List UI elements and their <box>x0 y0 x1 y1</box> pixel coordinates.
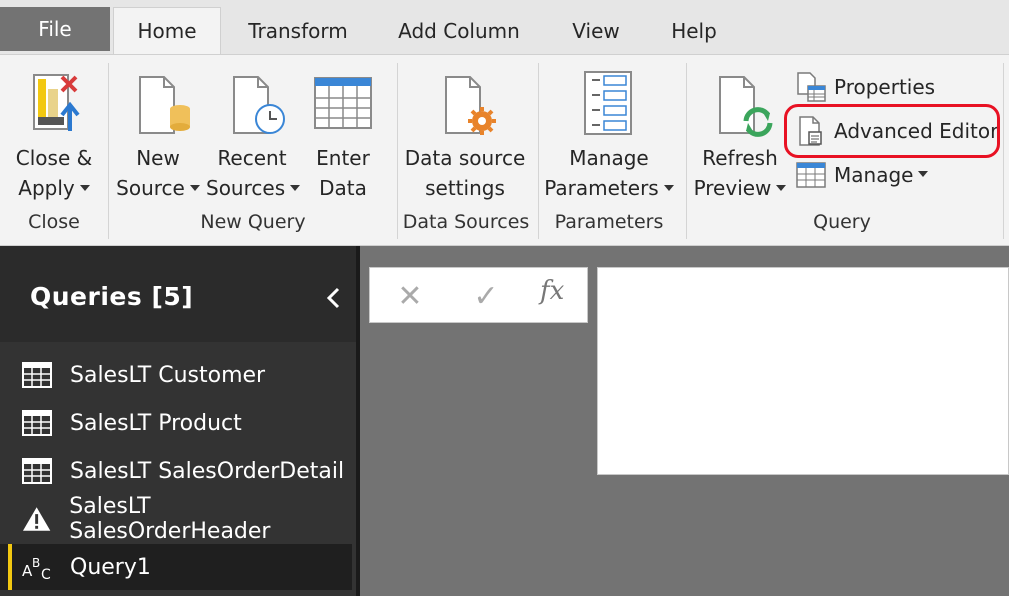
table-icon <box>22 410 52 436</box>
recent-sources-label-2: Sources <box>206 176 286 200</box>
query-item-saleslt-product[interactable]: SalesLT Product <box>0 400 352 446</box>
ribbon-separator <box>686 63 687 239</box>
query-item-label: SalesLT SalesOrderDetail <box>70 458 345 484</box>
group-parameters-label: Parameters <box>554 211 664 233</box>
query-item-saleslt-salesorderheader[interactable]: SalesLT SalesOrderHeader <box>0 494 352 544</box>
tab-transform[interactable]: Transform <box>236 7 360 54</box>
tab-help[interactable]: Help <box>660 7 728 54</box>
query-item-saleslt-customer[interactable]: SalesLT Customer <box>0 352 352 398</box>
group-data-sources-label: Data Sources <box>402 211 530 233</box>
manage-parameters-label-2: Parameters <box>544 176 659 200</box>
data-preview-area[interactable] <box>597 267 1009 475</box>
query-item-label: SalesLT Product <box>70 410 242 436</box>
properties-icon <box>797 72 826 102</box>
svg-text:C: C <box>41 567 51 580</box>
enter-data-button[interactable]: Enter Data <box>302 69 384 209</box>
new-source-label-1: New <box>136 146 180 170</box>
ribbon-separator <box>1003 63 1004 239</box>
new-source-icon <box>139 76 190 134</box>
queries-pane-header: Queries [5] <box>0 246 358 342</box>
manage-icon <box>796 162 826 188</box>
confirm-formula-button[interactable]: ✓ <box>470 279 502 314</box>
recent-sources-button[interactable]: Recent Sources <box>206 69 301 209</box>
group-close-label: Close <box>28 211 80 233</box>
tab-view[interactable]: View <box>560 7 632 54</box>
data-source-settings-button[interactable]: Data source settings <box>402 69 528 209</box>
close-apply-icon <box>33 74 80 131</box>
close-apply-label-2: Apply <box>18 176 75 200</box>
insert-function-button[interactable]: fx <box>540 276 564 306</box>
manage-parameters-label-1: Manage <box>569 146 649 170</box>
chevron-down-icon <box>79 185 90 191</box>
recent-sources-icon <box>233 76 285 134</box>
tab-add-column[interactable]: Add Column <box>388 7 530 54</box>
enter-data-label-1: Enter <box>316 146 370 170</box>
chevron-down-icon <box>290 185 301 191</box>
close-apply-label-1: Close & <box>15 146 93 170</box>
refresh-icon <box>719 76 773 137</box>
cancel-formula-button[interactable]: ✕ <box>394 279 426 314</box>
ribbon-separator <box>108 63 109 239</box>
properties-button[interactable]: Properties <box>796 71 935 103</box>
tab-home[interactable]: Home <box>113 7 221 54</box>
text-type-icon: A B C <box>22 556 51 580</box>
chevron-down-icon <box>189 185 200 191</box>
chevron-down-icon <box>918 170 929 177</box>
advanced-editor-highlight <box>784 104 1000 158</box>
query-item-query1[interactable]: A B C Query1 <box>0 544 352 590</box>
formula-bar: ✕ ✓ fx <box>369 267 588 323</box>
chevron-down-icon <box>776 185 787 191</box>
data-source-settings-icon <box>445 76 496 135</box>
close-apply-button[interactable]: Close & Apply <box>10 69 98 209</box>
table-icon <box>314 77 372 129</box>
recent-sources-label-1: Recent <box>217 146 287 170</box>
ribbon-tab-bar: File Home Transform Add Column View Help <box>0 0 1009 54</box>
warning-icon <box>22 507 51 531</box>
parameters-icon <box>584 71 632 135</box>
manage-parameters-button[interactable]: Manage Parameters <box>544 69 674 209</box>
enter-data-label-2: Data <box>319 176 367 200</box>
data-source-settings-label-2: settings <box>425 176 505 200</box>
chevron-down-icon <box>663 185 674 191</box>
data-source-settings-label-1: Data source <box>404 146 526 170</box>
svg-text:B: B <box>32 556 40 570</box>
manage-label: Manage <box>834 163 914 187</box>
manage-button[interactable]: Manage <box>796 159 929 191</box>
chevron-left-icon[interactable] <box>322 286 346 310</box>
tab-file[interactable]: File <box>0 7 110 51</box>
query-item-label: SalesLT Customer <box>70 362 266 388</box>
group-new-query-label: New Query <box>200 211 306 233</box>
group-query-label: Query <box>813 211 871 233</box>
properties-label: Properties <box>834 75 936 99</box>
main-canvas: ✕ ✓ fx <box>360 246 1009 596</box>
table-icon <box>22 458 52 484</box>
refresh-preview-label-1: Refresh <box>702 146 778 170</box>
table-icon <box>22 362 52 388</box>
refresh-preview-button[interactable]: Refresh Preview <box>692 69 788 209</box>
new-source-label-2: Source <box>116 176 185 200</box>
queries-pane: Queries [5] SalesLT Customer SalesLT Pro… <box>0 246 358 596</box>
ribbon: Close & Apply Close New Source Recent So… <box>0 54 1009 246</box>
queries-pane-title: Queries [5] <box>30 282 194 311</box>
ribbon-separator <box>538 63 539 239</box>
query-item-label: SalesLT SalesOrderHeader <box>69 494 271 544</box>
query-item-label: Query1 <box>70 554 151 580</box>
refresh-preview-label-2: Preview <box>693 176 772 200</box>
query-item-saleslt-salesorderdetail[interactable]: SalesLT SalesOrderDetail <box>0 448 352 494</box>
new-source-button[interactable]: New Source <box>114 69 202 209</box>
